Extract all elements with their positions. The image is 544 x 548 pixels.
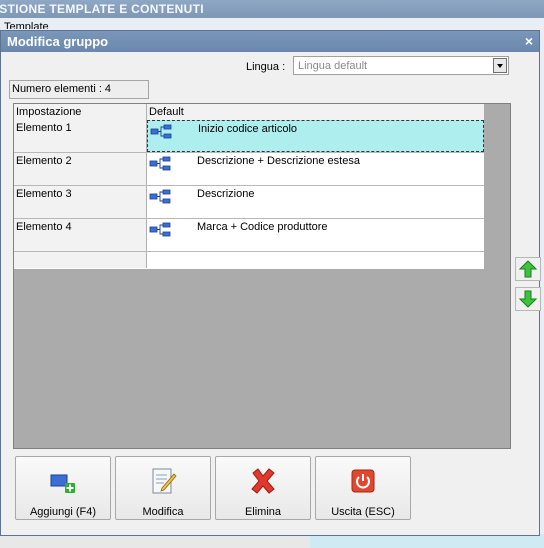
row-setting-cell: Elemento 3	[14, 186, 147, 218]
elements-grid: Impostazione Default Elemento 1 Inizio c…	[14, 104, 484, 269]
row-default-cell[interactable]: Inizio codice articolo	[147, 120, 484, 152]
power-icon	[351, 469, 375, 493]
edit-button[interactable]: Modifica	[115, 456, 211, 520]
dialog-title: Modifica gruppo	[1, 31, 539, 52]
row-default-cell[interactable]: Descrizione	[147, 186, 484, 218]
delete-button[interactable]: Elimina	[215, 456, 311, 520]
tree-node-icon	[149, 156, 171, 171]
close-icon[interactable]: ×	[523, 31, 535, 52]
language-select[interactable]: Lingua default	[293, 56, 509, 75]
delete-x-icon	[251, 468, 275, 494]
elements-grid-panel: Impostazione Default Elemento 1 Inizio c…	[13, 103, 511, 449]
table-row-new[interactable]	[14, 252, 484, 268]
delete-button-label: Elimina	[244, 506, 282, 518]
tree-node-icon	[149, 189, 171, 204]
add-button-label: Aggiungi (F4)	[29, 506, 97, 518]
edit-document-icon	[152, 468, 177, 494]
add-element-icon	[50, 474, 75, 493]
exit-button[interactable]: Uscita (ESC)	[315, 456, 411, 520]
table-row[interactable]: Elemento 3 Descrizione	[14, 186, 484, 219]
table-row[interactable]: Elemento 1 Inizio codice articolo	[14, 120, 484, 153]
column-header-setting[interactable]: Impostazione	[14, 104, 147, 120]
tree-node-icon	[149, 222, 171, 237]
row-default-text: Descrizione	[197, 188, 255, 200]
table-row[interactable]: Elemento 2 Descrizione + Descrizione est…	[14, 153, 484, 186]
row-default-cell[interactable]: Descrizione + Descrizione estesa	[147, 153, 484, 185]
move-down-button[interactable]	[515, 287, 541, 311]
table-row[interactable]: Elemento 4 Marca + Codice produttore	[14, 219, 484, 252]
arrow-down-icon	[519, 290, 537, 308]
grid-header: Impostazione Default	[14, 104, 484, 121]
row-default-text: Marca + Codice produttore	[197, 221, 328, 233]
element-count: Numero elementi : 4	[9, 80, 149, 99]
add-button[interactable]: Aggiungi (F4)	[15, 456, 111, 520]
row-setting-cell: Elemento 1	[14, 120, 147, 152]
background-bottom-strip	[0, 534, 310, 548]
language-select-value: Lingua default	[298, 60, 368, 72]
tree-node-icon	[150, 124, 172, 139]
chevron-down-icon[interactable]	[493, 58, 507, 73]
column-header-default[interactable]: Default	[147, 104, 484, 120]
exit-button-label: Uscita (ESC)	[331, 506, 395, 518]
background-bottom-panel	[310, 534, 544, 548]
move-up-button[interactable]	[515, 257, 541, 281]
row-setting-cell-empty	[14, 252, 147, 268]
row-setting-cell: Elemento 2	[14, 153, 147, 185]
row-default-text: Descrizione + Descrizione estesa	[197, 155, 360, 167]
modifica-gruppo-dialog: Modifica gruppo × Lingua : Lingua defaul…	[0, 30, 541, 536]
row-default-cell[interactable]: Marca + Codice produttore	[147, 219, 484, 251]
edit-button-label: Modifica	[142, 506, 184, 518]
arrow-up-icon	[519, 260, 537, 278]
language-label: Lingua :	[246, 61, 286, 73]
row-default-text: Inizio codice articolo	[198, 123, 298, 135]
background-label: Template	[4, 21, 49, 30]
row-setting-cell: Elemento 4	[14, 219, 147, 251]
background-app-header: ESTIONE TEMPLATE E CONTENUTI	[0, 0, 544, 18]
